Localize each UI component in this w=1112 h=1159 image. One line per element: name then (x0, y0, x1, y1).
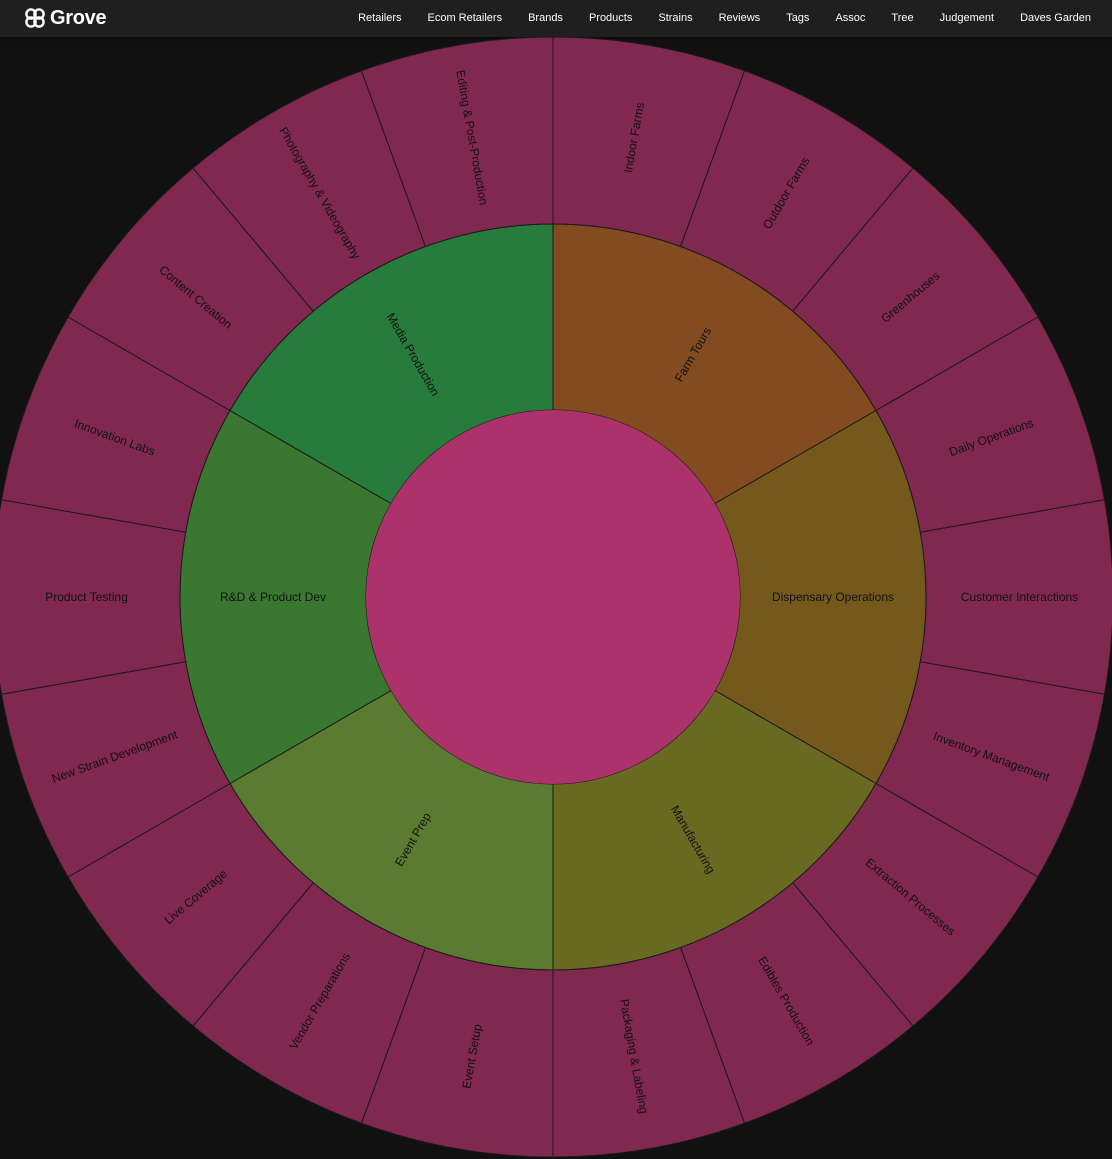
ring-label-randd-and-product-dev: R&D & Product Dev (220, 590, 326, 604)
ring-label-dispensary-operations: Dispensary Operations (772, 590, 894, 604)
outer-label-product-testing: Product Testing (45, 590, 128, 604)
nav-link-products[interactable]: Products (576, 2, 645, 35)
nav-link-strains[interactable]: Strains (645, 2, 705, 35)
main-nav: Retailers Ecom Retailers Brands Products… (345, 0, 1112, 37)
nav-link-ecom-retailers[interactable]: Ecom Retailers (415, 2, 516, 35)
nav-link-judgement[interactable]: Judgement (927, 2, 1007, 35)
grove-logo-icon (25, 8, 45, 28)
top-navbar: Grove Retailers Ecom Retailers Brands Pr… (0, 0, 1112, 37)
brand-name: Grove (50, 6, 107, 29)
nav-link-tree[interactable]: Tree (878, 2, 926, 35)
sunburst-chart: Farm ToursIndoor FarmsOutdoor FarmsGreen… (0, 37, 1112, 1158)
nav-link-assoc[interactable]: Assoc (822, 2, 878, 35)
brand-logo[interactable]: Grove (24, 5, 107, 31)
outer-label-customer-interactions: Customer Interactions (961, 590, 1078, 604)
nav-link-brands[interactable]: Brands (515, 2, 576, 35)
nav-link-retailers[interactable]: Retailers (345, 2, 414, 35)
nav-link-daves-garden[interactable]: Daves Garden (1007, 2, 1112, 35)
sunburst-center[interactable] (366, 410, 740, 784)
nav-link-reviews[interactable]: Reviews (706, 2, 774, 35)
nav-link-tags[interactable]: Tags (773, 2, 822, 35)
